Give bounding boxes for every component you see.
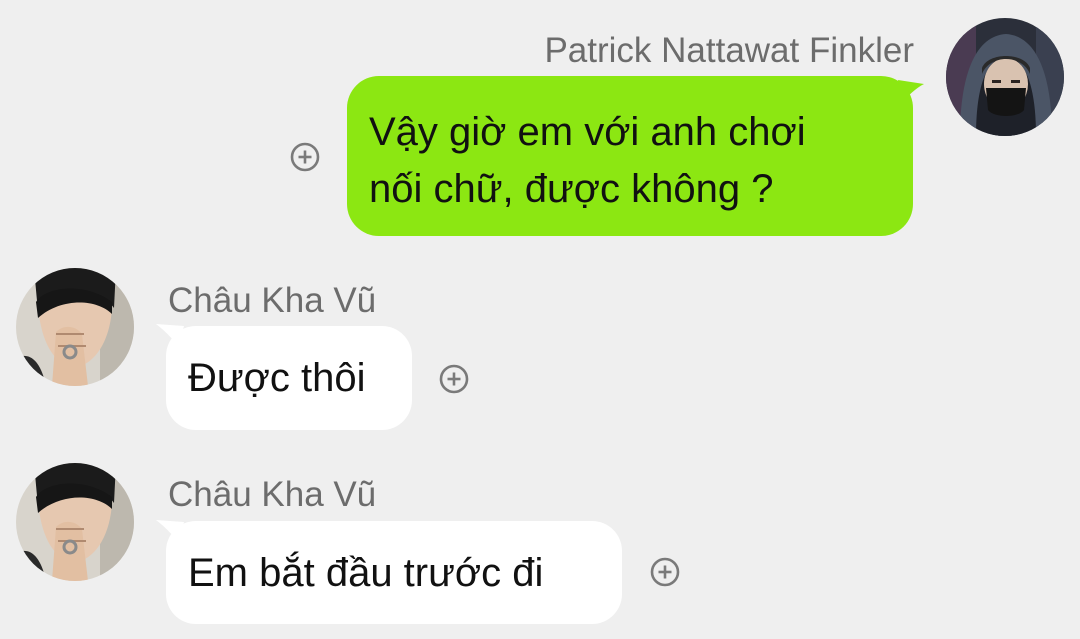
incoming-message-bubble[interactable]: Em bắt đầu trước đi	[166, 521, 622, 624]
message-text: Em bắt đầu trước đi	[188, 551, 544, 595]
outgoing-message-bubble[interactable]: Vậy giờ em với anh chơi nối chữ, được kh…	[347, 76, 913, 236]
sender-name: Châu Kha Vũ	[168, 475, 377, 514]
add-reaction-icon	[439, 364, 469, 394]
add-reaction-button[interactable]	[439, 364, 469, 394]
message-text: Được thôi	[188, 356, 366, 400]
message-line: Vậy giờ em với anh chơi	[369, 110, 806, 154]
incoming-message-bubble[interactable]: Được thôi	[166, 326, 412, 430]
person-covering-mouth-avatar-icon	[16, 463, 134, 581]
add-reaction-icon	[290, 142, 320, 172]
add-reaction-button[interactable]	[650, 557, 680, 587]
add-reaction-icon	[650, 557, 680, 587]
sender-avatar-chau-kha-vu[interactable]	[16, 268, 134, 386]
sender-avatar-chau-kha-vu[interactable]	[16, 463, 134, 581]
person-covering-mouth-avatar-icon	[16, 268, 134, 386]
sender-avatar-patrick[interactable]	[946, 18, 1064, 136]
message-line: nối chữ, được không ?	[369, 167, 774, 211]
sender-name: Châu Kha Vũ	[168, 281, 377, 320]
sender-name: Patrick Nattawat Finkler	[544, 31, 914, 70]
add-reaction-button[interactable]	[290, 142, 320, 172]
hooded-person-avatar-icon	[946, 18, 1064, 136]
